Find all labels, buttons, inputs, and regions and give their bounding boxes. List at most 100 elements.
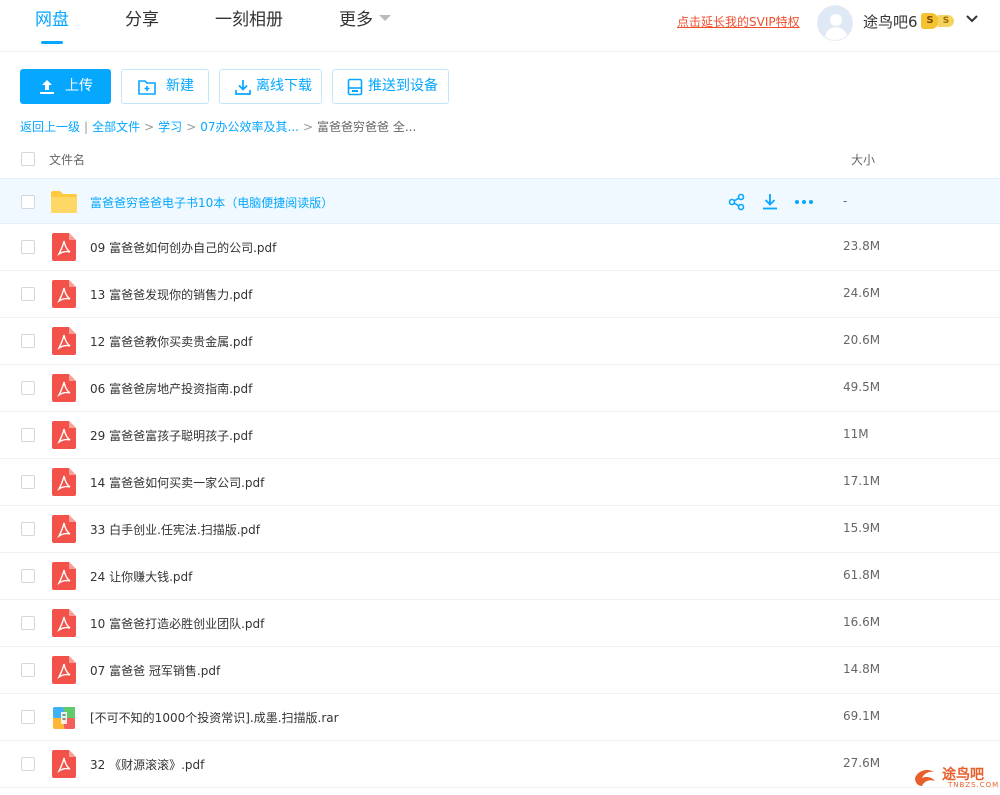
folder-row[interactable]: 富爸爸穷爸爸电子书10本（电脑便捷阅读版） -: [0, 178, 1000, 224]
pdf-icon: [52, 421, 76, 453]
select-all-checkbox[interactable]: [21, 152, 35, 166]
download-icon: [235, 80, 251, 95]
file-row[interactable]: 32 《财源滚滚》.pdf 27.6M: [0, 741, 1000, 788]
tab-label: 一刻相册: [215, 10, 283, 30]
breadcrumb-folder[interactable]: 07办公效率及其...: [200, 120, 299, 134]
pdf-icon: [52, 609, 76, 641]
breadcrumb-separator: >: [186, 120, 197, 134]
offline-download-button[interactable]: 离线下载: [219, 69, 322, 104]
pdf-icon: [52, 515, 76, 547]
row-checkbox[interactable]: [21, 381, 35, 395]
file-size: 24.6M: [843, 286, 881, 300]
top-nav: 网盘 分享 一刻相册 更多 点击延长我的SVIP特权 途鸟吧6 S S: [0, 0, 1000, 52]
svip-extend-link[interactable]: 点击延长我的SVIP特权: [677, 13, 800, 30]
upload-icon: [40, 80, 54, 94]
column-header-size[interactable]: 大小: [851, 151, 875, 168]
breadcrumb-current: 富爸爸穷爸爸 全...: [317, 120, 417, 134]
file-row[interactable]: 06 富爸爸房地产投资指南.pdf 49.5M: [0, 365, 1000, 412]
device-icon: [347, 78, 363, 96]
pdf-icon: [52, 750, 76, 782]
file-name[interactable]: 24 让你赚大钱.pdf: [90, 568, 192, 585]
row-checkbox[interactable]: [21, 522, 35, 536]
username[interactable]: 途鸟吧6: [863, 11, 918, 32]
tab-label: 更多: [339, 10, 373, 30]
download-icon[interactable]: [761, 193, 779, 215]
file-row[interactable]: 14 富爸爸如何买卖一家公司.pdf 17.1M: [0, 459, 1000, 506]
breadcrumb-study[interactable]: 学习: [158, 120, 182, 134]
watermark-logo: 途鸟吧 TNBZS.COM: [912, 762, 998, 792]
tab-label: 分享: [125, 10, 159, 30]
avatar[interactable]: [817, 5, 853, 41]
chevron-down-icon[interactable]: [965, 12, 979, 26]
table-header: 文件名 大小: [0, 138, 1000, 178]
file-size: 11M: [843, 427, 869, 441]
file-name[interactable]: 07 富爸爸 冠军销售.pdf: [90, 662, 220, 679]
row-checkbox[interactable]: [21, 334, 35, 348]
row-checkbox[interactable]: [21, 287, 35, 301]
tab-album[interactable]: 一刻相册: [215, 8, 283, 44]
row-checkbox[interactable]: [21, 616, 35, 630]
push-to-device-button[interactable]: 推送到设备: [332, 69, 449, 104]
file-row[interactable]: 12 富爸爸教你买卖贵金属.pdf 20.6M: [0, 318, 1000, 365]
file-size: 16.6M: [843, 615, 881, 629]
pdf-icon: [52, 280, 76, 312]
file-name[interactable]: 12 富爸爸教你买卖贵金属.pdf: [90, 333, 252, 350]
file-size: 61.8M: [843, 568, 881, 582]
vip-badge-level: S: [921, 13, 939, 29]
pdf-icon: [52, 656, 76, 688]
tab-share[interactable]: 分享: [125, 8, 159, 44]
file-name[interactable]: 富爸爸穷爸爸电子书10本（电脑便捷阅读版）: [90, 194, 333, 211]
pdf-icon: [52, 327, 76, 359]
pdf-icon: [52, 562, 76, 594]
upload-label: 上传: [65, 78, 93, 94]
archive-icon: [52, 706, 76, 734]
vip-badge: S S: [921, 13, 955, 29]
file-size: 49.5M: [843, 380, 881, 394]
share-icon[interactable]: [728, 193, 746, 215]
file-name[interactable]: 32 《财源滚滚》.pdf: [90, 756, 204, 773]
row-checkbox[interactable]: [21, 569, 35, 583]
tab-label: 网盘: [35, 10, 69, 30]
tab-more[interactable]: 更多: [339, 8, 391, 44]
row-checkbox[interactable]: [21, 663, 35, 677]
file-size: 23.8M: [843, 239, 881, 253]
row-checkbox[interactable]: [21, 475, 35, 489]
file-row[interactable]: 29 富爸爸富孩子聪明孩子.pdf 11M: [0, 412, 1000, 459]
file-row[interactable]: 10 富爸爸打造必胜创业团队.pdf 16.6M: [0, 600, 1000, 647]
push-label: 推送到设备: [368, 78, 438, 94]
file-row[interactable]: 07 富爸爸 冠军销售.pdf 14.8M: [0, 647, 1000, 694]
folder-icon: [50, 190, 78, 218]
file-row[interactable]: 13 富爸爸发现你的销售力.pdf 24.6M: [0, 271, 1000, 318]
new-folder-button[interactable]: 新建: [121, 69, 209, 104]
row-checkbox[interactable]: [21, 757, 35, 771]
file-row[interactable]: 09 富爸爸如何创办自己的公司.pdf 23.8M: [0, 224, 1000, 271]
file-name[interactable]: 33 白手创业.任宪法.扫描版.pdf: [90, 521, 260, 538]
column-header-name[interactable]: 文件名: [49, 151, 85, 168]
new-folder-icon: [138, 80, 156, 95]
breadcrumb-all-files[interactable]: 全部文件: [92, 120, 140, 134]
tab-netdisk[interactable]: 网盘: [35, 8, 69, 44]
offline-label: 离线下载: [256, 78, 312, 94]
row-checkbox[interactable]: [21, 428, 35, 442]
row-checkbox[interactable]: [21, 195, 35, 209]
file-name[interactable]: 06 富爸爸房地产投资指南.pdf: [90, 380, 252, 397]
file-name[interactable]: 29 富爸爸富孩子聪明孩子.pdf: [90, 427, 252, 444]
file-size: 17.1M: [843, 474, 881, 488]
row-checkbox[interactable]: [21, 710, 35, 724]
row-checkbox[interactable]: [21, 240, 35, 254]
breadcrumb: 返回上一级 | 全部文件 > 学习 >07办公效率及其... > 富爸爸穷爸爸 全...: [20, 118, 416, 135]
breadcrumb-back[interactable]: 返回上一级: [20, 120, 80, 134]
file-name[interactable]: 13 富爸爸发现你的销售力.pdf: [90, 286, 252, 303]
breadcrumb-separator: >: [302, 120, 313, 134]
more-icon[interactable]: [794, 193, 814, 215]
file-name[interactable]: 14 富爸爸如何买卖一家公司.pdf: [90, 474, 264, 491]
file-name[interactable]: 09 富爸爸如何创办自己的公司.pdf: [90, 239, 276, 256]
file-row[interactable]: 24 让你赚大钱.pdf 61.8M: [0, 553, 1000, 600]
file-row[interactable]: [不可不知的1000个投资常识].成墨.扫描版.rar 69.1M: [0, 694, 1000, 741]
file-row[interactable]: 33 白手创业.任宪法.扫描版.pdf 15.9M: [0, 506, 1000, 553]
upload-button[interactable]: 上传: [20, 69, 111, 104]
new-label: 新建: [166, 78, 194, 94]
file-name[interactable]: 10 富爸爸打造必胜创业团队.pdf: [90, 615, 264, 632]
breadcrumb-separator: >: [144, 120, 155, 134]
file-name[interactable]: [不可不知的1000个投资常识].成墨.扫描版.rar: [90, 709, 339, 726]
